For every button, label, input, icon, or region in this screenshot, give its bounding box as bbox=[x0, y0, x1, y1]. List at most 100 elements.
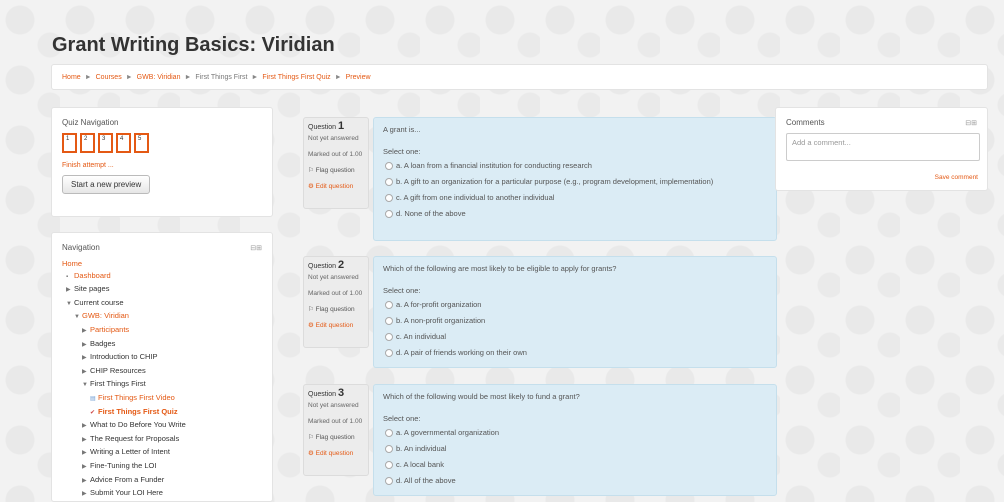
flag-question-button[interactable]: ⚐ Flag question bbox=[308, 166, 364, 175]
nav-item-label: Badges bbox=[90, 338, 116, 348]
select-one-label: Select one: bbox=[383, 414, 421, 423]
radio-button[interactable] bbox=[385, 349, 393, 357]
nav-item-label: GWB: Viridian bbox=[82, 311, 129, 321]
save-comment-link[interactable]: Save comment bbox=[935, 174, 978, 181]
question-status: Not yet answered bbox=[308, 402, 359, 409]
nav-item-introduction[interactable]: ▶ Introduction to CHIP bbox=[62, 351, 262, 365]
flag-question-label: Flag question bbox=[315, 306, 355, 313]
answer-option[interactable]: a. A loan from a financial institution f… bbox=[383, 161, 767, 171]
nav-item-video[interactable]: ▤ First Things First Video bbox=[62, 392, 262, 406]
nav-item-first-things-first[interactable]: ▼ First Things First bbox=[62, 378, 262, 392]
nav-item-current-course[interactable]: ▼ Current course bbox=[62, 297, 262, 311]
nav-item-quiz[interactable]: ✔ First Things First Quiz bbox=[62, 406, 262, 420]
page-icon: ▤ bbox=[90, 395, 96, 402]
finish-attempt-link[interactable]: Finish attempt ... bbox=[62, 162, 262, 169]
flag-question-button[interactable]: ⚐ Flag question bbox=[308, 305, 364, 314]
nav-item-course[interactable]: ▼ GWB: Viridian bbox=[62, 310, 262, 324]
nav-item-site-pages[interactable]: ▶ Site pages bbox=[62, 283, 262, 297]
chevron-right-icon: ▶ bbox=[82, 436, 87, 443]
breadcrumb-preview[interactable]: Preview bbox=[346, 74, 371, 81]
radio-button[interactable] bbox=[385, 210, 393, 218]
radio-button[interactable] bbox=[385, 178, 393, 186]
answer-option[interactable]: c. A gift from one individual to another… bbox=[383, 193, 767, 203]
radio-button[interactable] bbox=[385, 461, 393, 469]
dock-block-icon[interactable]: ⊟⊞ bbox=[965, 119, 977, 127]
answer-option[interactable]: a. A governmental organization bbox=[383, 428, 767, 438]
question-status: Not yet answered bbox=[308, 135, 359, 142]
nav-item-label: The Request for Proposals bbox=[90, 433, 180, 443]
nav-item-fine-tuning[interactable]: ▶ Fine-Tuning the LOI bbox=[62, 460, 262, 474]
answer-label: c. A local bank bbox=[396, 460, 444, 469]
chevron-down-icon: ▼ bbox=[74, 314, 80, 321]
nav-item-home[interactable]: Home bbox=[62, 258, 262, 270]
edit-question-link[interactable]: ⚙ Edit question bbox=[308, 321, 364, 330]
nav-item-advice[interactable]: ▶ Advice From a Funder bbox=[62, 474, 262, 488]
quiz-nav-button-1[interactable]: 1 bbox=[62, 133, 77, 153]
answer-option[interactable]: a. A for-profit organization bbox=[383, 300, 767, 310]
answer-label: a. A governmental organization bbox=[396, 428, 499, 437]
answer-label: c. A gift from one individual to another… bbox=[396, 193, 555, 202]
question-text: Which of the following would be most lik… bbox=[383, 392, 580, 401]
radio-button[interactable] bbox=[385, 194, 393, 202]
answer-option[interactable]: d. All of the above bbox=[383, 476, 767, 486]
answer-option[interactable]: d. None of the above bbox=[383, 209, 767, 219]
answer-option[interactable]: c. A local bank bbox=[383, 460, 767, 470]
nav-item-label: First Things First bbox=[90, 379, 146, 389]
start-new-preview-button[interactable]: Start a new preview bbox=[62, 175, 151, 194]
breadcrumb-section[interactable]: First Things First bbox=[195, 74, 247, 81]
question-marks: Marked out of 1.00 bbox=[308, 290, 363, 297]
radio-button[interactable] bbox=[385, 477, 393, 485]
nav-item-rfp[interactable]: ▶ The Request for Proposals bbox=[62, 433, 262, 447]
radio-button[interactable] bbox=[385, 445, 393, 453]
nav-item-label: Advice From a Funder bbox=[90, 474, 165, 484]
breadcrumb-home[interactable]: Home bbox=[62, 74, 81, 81]
breadcrumb-course[interactable]: GWB: Viridian bbox=[137, 74, 181, 81]
radio-button[interactable] bbox=[385, 162, 393, 170]
flag-icon: ⚐ bbox=[308, 434, 314, 441]
quiz-nav-button-label: 4 bbox=[120, 136, 124, 142]
edit-question-link[interactable]: ⚙ Edit question bbox=[308, 449, 364, 458]
breadcrumb-quiz[interactable]: First Things First Quiz bbox=[262, 74, 330, 81]
nav-item-badges[interactable]: ▶ Badges bbox=[62, 338, 262, 352]
comments-block: Comments ⊟⊞ Add a comment... Save commen… bbox=[775, 107, 988, 191]
answer-option[interactable]: b. A gift to an organization for a parti… bbox=[383, 177, 767, 187]
dock-block-icon[interactable]: ⊟⊞ bbox=[250, 244, 262, 252]
comments-title: Comments bbox=[786, 118, 825, 127]
flag-icon: ⚐ bbox=[308, 306, 314, 313]
quiz-nav-button-label: 5 bbox=[138, 136, 142, 142]
radio-button[interactable] bbox=[385, 333, 393, 341]
question-1-content: A grant is... Select one: a. A loan from… bbox=[373, 117, 777, 241]
quiz-nav-button-4[interactable]: 4 bbox=[116, 133, 131, 153]
nav-item-loi[interactable]: ▶ Writing a Letter of Intent bbox=[62, 446, 262, 460]
nav-item-label: CHIP Resources bbox=[90, 365, 146, 375]
answer-label: a. A loan from a financial institution f… bbox=[396, 161, 592, 170]
answer-option[interactable]: c. An individual bbox=[383, 332, 767, 342]
answer-label: b. A gift to an organization for a parti… bbox=[396, 177, 714, 186]
answer-option[interactable]: d. A pair of friends working on their ow… bbox=[383, 348, 767, 358]
nav-item-label: Current course bbox=[74, 297, 124, 307]
nav-item-submit[interactable]: ▶ Submit Your LOI Here bbox=[62, 487, 262, 501]
navigation-tree: Home ▪ Dashboard ▶ Site pages ▼ Current cou… bbox=[62, 258, 262, 501]
nav-item-label: Home bbox=[62, 259, 83, 268]
answer-option[interactable]: b. A non-profit organization bbox=[383, 316, 767, 326]
nav-item-what-to-do[interactable]: ▶ What to Do Before You Write bbox=[62, 419, 262, 433]
gear-icon: ⚙ bbox=[308, 322, 314, 329]
breadcrumb-courses[interactable]: Courses bbox=[96, 74, 122, 81]
quiz-nav-button-5[interactable]: 5 bbox=[134, 133, 149, 153]
chevron-right-icon: ▶ bbox=[82, 355, 87, 362]
chevron-right-icon: ▶ bbox=[82, 327, 87, 334]
flag-question-button[interactable]: ⚐ Flag question bbox=[308, 433, 364, 442]
question-1-info: Question 1 Not yet answered Marked out o… bbox=[303, 117, 369, 209]
nav-item-participants[interactable]: ▶ Participants bbox=[62, 324, 262, 338]
edit-question-link[interactable]: ⚙ Edit question bbox=[308, 182, 364, 191]
radio-button[interactable] bbox=[385, 301, 393, 309]
radio-button[interactable] bbox=[385, 429, 393, 437]
nav-item-resources[interactable]: ▶ CHIP Resources bbox=[62, 365, 262, 379]
nav-item-dashboard[interactable]: ▪ Dashboard bbox=[62, 270, 262, 284]
question-label: Question bbox=[308, 263, 337, 270]
quiz-nav-button-3[interactable]: 3 bbox=[98, 133, 113, 153]
quiz-nav-button-2[interactable]: 2 bbox=[80, 133, 95, 153]
comment-textarea[interactable]: Add a comment... bbox=[786, 133, 980, 161]
answer-option[interactable]: b. An individual bbox=[383, 444, 767, 454]
radio-button[interactable] bbox=[385, 317, 393, 325]
